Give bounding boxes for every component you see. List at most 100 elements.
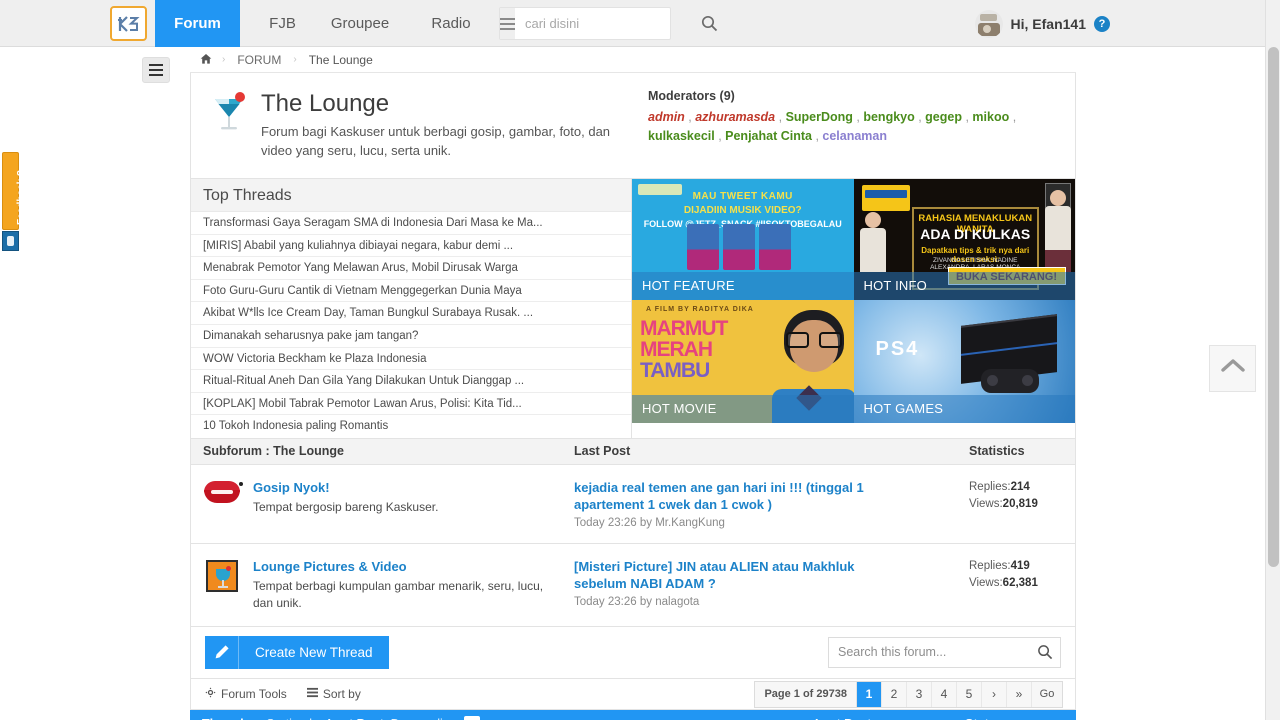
sort-by-label: Sort by (322, 686, 361, 701)
chevron-up-icon (1220, 358, 1245, 379)
page-button-2[interactable]: 2 (882, 681, 907, 707)
moderator-link[interactable]: kulkaskecil (648, 129, 715, 143)
top-thread-item[interactable]: Akibat W*lls Ice Cream Day, Taman Bungku… (191, 302, 631, 325)
subforum-icon-cell (191, 479, 253, 529)
kaskus-logo[interactable] (110, 6, 147, 41)
search-icon[interactable] (701, 8, 718, 39)
moderator-link[interactable]: bengkyo (863, 110, 914, 124)
page-title: The Lounge (261, 90, 390, 117)
moderator-link[interactable]: admin (648, 110, 685, 124)
breadcrumb-home-icon[interactable] (190, 47, 222, 73)
moderators-block: Moderators (9) admin , azhuramasda , Sup… (642, 89, 1057, 160)
forum-search-icon[interactable] (1030, 644, 1060, 660)
forum-title-block: The Lounge Forum bagi Kaskuser untuk ber… (255, 89, 642, 160)
last-post-link[interactable]: kejadia real temen ane gan hari ini !!! … (574, 479, 864, 513)
banner2-model-right (1043, 190, 1073, 272)
views-value: 62,381 (1002, 576, 1038, 589)
page-scrollbar[interactable] (1265, 0, 1280, 720)
sort-by-button[interactable]: Sort by (306, 686, 361, 701)
snack-packs-graphic (687, 224, 791, 270)
last-post-cell: kejadia real temen ane gan hari ini !!! … (574, 479, 969, 529)
banner-hot-info[interactable]: RAHASIA MENAKLUKAN WANITA ADA DI KULKAS … (853, 179, 1075, 300)
moderator-link[interactable]: SuperDong (786, 110, 853, 124)
nav-item-radio[interactable]: Radio (410, 0, 492, 47)
top-thread-item[interactable]: Dimanakah seharusnya pake jam tangan? (191, 325, 631, 348)
subforum-link[interactable]: Lounge Pictures & Video (253, 558, 574, 576)
top-thread-item[interactable]: Menabrak Pemotor Yang Melawan Arus, Mobi… (191, 257, 631, 280)
banner1-line1: MAU TWEET KAMU (692, 191, 793, 202)
last-post-cell: [Misteri Picture] JIN atau ALIEN atau Ma… (574, 558, 969, 612)
subforum-table-body: Gosip Nyok! Tempat bergosip bareng Kaskus… (190, 464, 1076, 627)
top-thread-item[interactable]: Ritual-Ritual Aneh Dan Gila Yang Dilakuk… (191, 370, 631, 393)
moderator-link[interactable]: Penjahat Cinta (725, 129, 812, 143)
page-number-list: 12345 (857, 681, 982, 707)
scroll-to-top-button[interactable] (1209, 345, 1256, 392)
breadcrumb-item-forum[interactable]: FORUM (225, 47, 293, 73)
top-navigation-bar: Forum FJB Groupee Radio Hi, Efan141 ? (0, 0, 1265, 56)
forum-tools-button[interactable]: Forum Tools (205, 687, 287, 701)
page-button-1[interactable]: 1 (857, 681, 882, 707)
last-post-link[interactable]: [Misteri Picture] JIN atau ALIEN atau Ma… (574, 558, 864, 592)
go-button[interactable]: Go (1032, 682, 1062, 707)
subforum-table-header: Subforum : The Lounge Last Post Statisti… (190, 438, 1076, 465)
avatar[interactable] (974, 10, 1003, 38)
top-thread-item[interactable]: [MIRIS] Ababil yang kuliahnya dibiayai n… (191, 235, 631, 258)
banner4-brand: PS4 (875, 338, 920, 360)
pagination: Page 1 of 29738 12345 › » Go (754, 680, 1063, 708)
nav-item-fjb[interactable]: FJB (245, 0, 320, 47)
banner-hot-movie[interactable]: A FILM BY RADITYA DIKA MARMUT MERAH TAMB… (632, 300, 854, 423)
page-button-4[interactable]: 4 (932, 681, 957, 707)
subforum-link[interactable]: Gosip Nyok! (253, 479, 574, 497)
ps4-controller-graphic (981, 369, 1039, 393)
top-thread-item[interactable]: Transformasi Gaya Seragam SMA di Indones… (191, 212, 631, 235)
replies-stat: Replies:214 (969, 479, 1061, 496)
create-new-thread-button[interactable]: Create New Thread (205, 635, 389, 669)
global-search-input[interactable] (515, 16, 701, 31)
views-value: 20,819 (1002, 497, 1038, 510)
moderator-link[interactable]: celanaman (822, 129, 887, 143)
nav-item-groupee[interactable]: Groupee (315, 0, 405, 47)
moderators-title: Moderators (9) (648, 89, 735, 103)
tools-and-pagination-row: Forum Tools Sort by Page 1 of 29738 1234… (190, 678, 1076, 710)
banner-hot-feature[interactable]: MAU TWEET KAMU DIJADIIN MUSIK VIDEO? FOL… (632, 179, 854, 300)
pencil-icon (205, 635, 239, 669)
user-account-area[interactable]: Hi, Efan141 ? (974, 9, 1110, 39)
sidebar-toggle-button[interactable] (142, 57, 170, 83)
scrollbar-thumb[interactable] (1268, 47, 1279, 567)
next-page-button[interactable]: › (982, 681, 1007, 707)
banner3-eyeglasses (786, 332, 842, 348)
breadcrumb-item-current[interactable]: The Lounge (297, 47, 385, 73)
forum-search-input[interactable] (829, 645, 1030, 660)
top-thread-item[interactable]: 10 Tokoh Indonesia paling Romantis (191, 415, 631, 438)
global-search-box (499, 7, 718, 40)
help-icon[interactable]: ? (1094, 16, 1110, 32)
forum-description: Forum bagi Kaskuser untuk berbagi gosip,… (261, 124, 611, 158)
moderator-link[interactable]: gegep (925, 110, 962, 124)
subforum-row: Gosip Nyok! Tempat bergosip bareng Kaskus… (190, 464, 1076, 544)
banner-hot-games[interactable]: PS4 HOT GAMES (853, 300, 1075, 423)
nav-item-forum[interactable]: Forum (155, 0, 240, 56)
banner1-line2: DIJADIIN MUSIK VIDEO? (683, 205, 802, 216)
subforum-row: Lounge Pictures & Video Tempat berbagi ku… (190, 543, 1076, 627)
gear-icon (205, 687, 216, 701)
top-thread-item[interactable]: [KOPLAK] Mobil Tabrak Pemotor Lawan Arus… (191, 393, 631, 416)
last-page-button[interactable]: » (1007, 681, 1032, 707)
banner2-model-left (858, 212, 888, 272)
forum-header-card: The Lounge Forum bagi Kaskuser untuk ber… (190, 73, 1076, 179)
moderator-separator: , (811, 129, 823, 143)
page-button-5[interactable]: 5 (957, 681, 982, 707)
moderator-link[interactable]: mikoo (972, 110, 1009, 124)
top-threads-panel: Top Threads Transformasi Gaya Seragam SM… (191, 179, 632, 438)
feedback-secondary-icon[interactable] (2, 231, 19, 251)
page-button-3[interactable]: 3 (907, 681, 932, 707)
moderator-link[interactable]: azhuramasda (695, 110, 775, 124)
search-category-menu-icon[interactable] (500, 8, 515, 39)
statistics-cell: Replies:419 Views:62,381 (969, 558, 1075, 612)
top-thread-item[interactable]: Foto Guru-Guru Cantik di Vietnam Menggeg… (191, 280, 631, 303)
banner3-title-line3: TAMBU (640, 359, 710, 382)
feedback-tab-label: Feedback ? (16, 169, 27, 225)
sort-direction-toggle-icon[interactable]: ∧ (463, 715, 480, 720)
top-thread-item[interactable]: WOW Victoria Beckham ke Plaza Indonesia (191, 348, 631, 371)
feedback-tab[interactable]: Feedback ? (2, 152, 27, 230)
moderator-separator: , (714, 129, 726, 143)
